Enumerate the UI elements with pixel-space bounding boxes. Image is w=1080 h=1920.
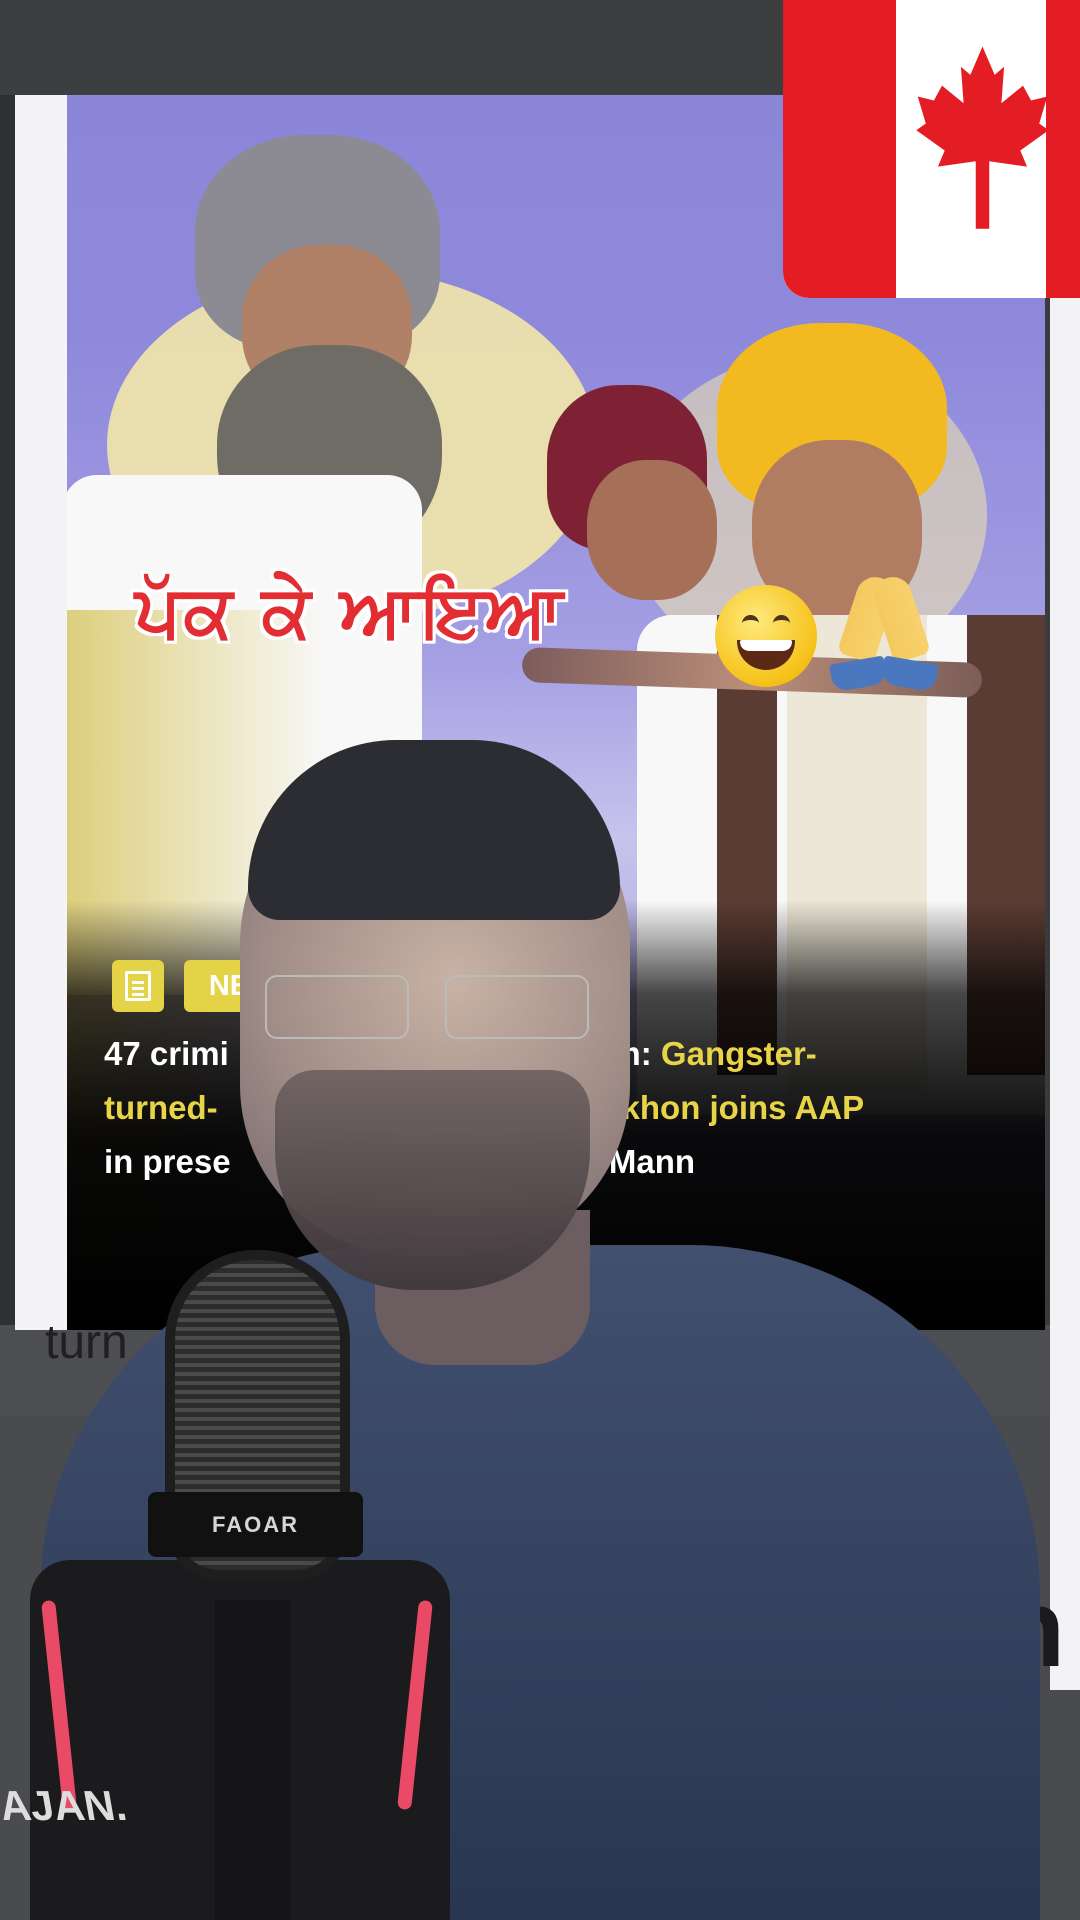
- video-frame: NE 47 crimi him: Gangster- turned- t Sek…: [0, 0, 1080, 1920]
- punjabi-caption: ਪੱਕ ਕੇ ਆਇਆ: [135, 569, 566, 653]
- folded-hands-icon: [825, 570, 943, 693]
- flag-red-band-right: [1046, 0, 1080, 298]
- glasses-left-lens: [265, 975, 409, 1039]
- maple-leaf-icon: [916, 46, 1049, 229]
- grinning-face-icon: [715, 585, 817, 687]
- presenter: FAOAR: [0, 740, 1080, 1920]
- microphone-mount: [215, 1600, 290, 1920]
- face: [587, 460, 717, 600]
- canada-flag-icon: [783, 0, 1080, 298]
- flag-red-band-left: [783, 0, 896, 298]
- presenter-hair: [248, 740, 620, 920]
- mount-label: AJAN.: [0, 1782, 131, 1829]
- microphone-brand: FAOAR: [148, 1492, 363, 1557]
- glasses-right-lens: [445, 975, 589, 1039]
